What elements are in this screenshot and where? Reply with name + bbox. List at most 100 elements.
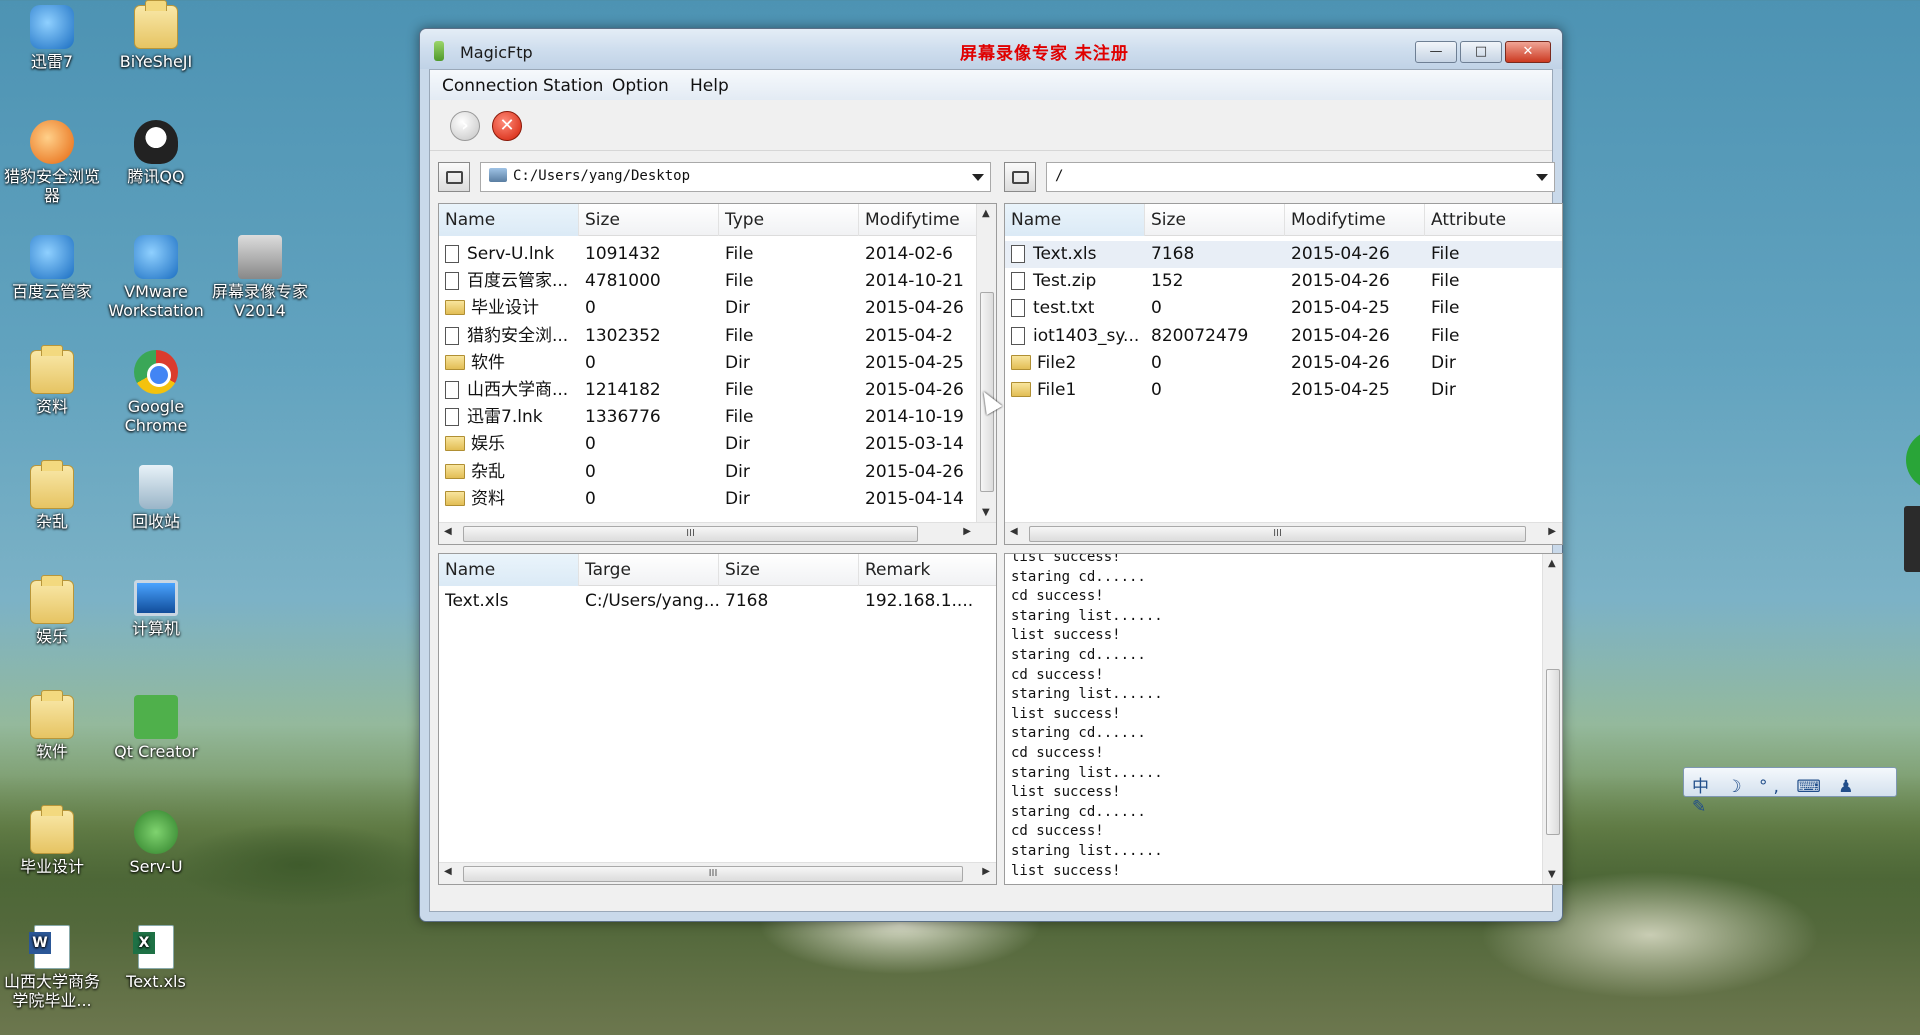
connect-icon[interactable]: ›	[450, 111, 480, 141]
close-button[interactable]: ✕	[1505, 41, 1551, 63]
column-attribute[interactable]: Attribute	[1425, 204, 1562, 236]
scroll-right-icon[interactable]: ▶	[982, 866, 990, 877]
scroll-thumb[interactable]: III	[1029, 526, 1526, 542]
table-row[interactable]: iot1403_sy... 820072479 2015-04-26 File	[1005, 323, 1562, 350]
scroll-left-icon[interactable]: ◀	[444, 866, 452, 877]
scroll-thumb[interactable]	[1546, 669, 1560, 835]
minimize-button[interactable]: —	[1415, 41, 1457, 63]
edge-tab[interactable]	[1904, 506, 1920, 572]
table-row[interactable]: 毕业设计 0 Dir 2015-04-26	[439, 295, 996, 322]
desktop-icon[interactable]: 软件	[0, 690, 104, 762]
cell-size-text: 820072479	[1151, 325, 1249, 346]
scroll-left-icon[interactable]: ◀	[1010, 526, 1018, 537]
desktop-icon[interactable]: 屏幕录像专家V2014	[208, 235, 312, 321]
column-remark[interactable]: Remark	[859, 554, 996, 586]
scroll-left-icon[interactable]: ◀	[444, 526, 452, 537]
cell-type: File	[725, 377, 861, 404]
column-modifytime[interactable]: Modifytime	[859, 204, 977, 236]
table-row[interactable]: Test.zip 152 2015-04-26 File	[1005, 268, 1562, 295]
desktop-icon[interactable]: 山西大学商务学院毕业...	[0, 925, 104, 1011]
queue-header: Name Targe Size Remark	[439, 554, 996, 586]
cell-size: 0	[1151, 350, 1287, 377]
cell-size: 0	[1151, 377, 1287, 404]
table-row[interactable]: Text.xls 7168 2015-04-26 File	[1005, 241, 1562, 268]
queue-horizontal-scrollbar[interactable]: ◀ III ▶	[439, 862, 996, 884]
log-vertical-scrollbar[interactable]: ▲ ▼	[1542, 554, 1562, 884]
desktop-icon[interactable]: 计算机	[104, 580, 208, 639]
qt-icon	[134, 695, 178, 739]
table-row[interactable]: 山西大学商... 1214182 File 2015-04-26	[439, 377, 996, 404]
desktop-icon[interactable]: Google Chrome	[104, 350, 208, 436]
scroll-up-icon[interactable]: ▲	[982, 208, 990, 219]
desktop-icon[interactable]: 资料	[0, 345, 104, 417]
cell-time-text: 2015-04-26	[865, 461, 964, 482]
column-size[interactable]: Size	[579, 204, 719, 236]
table-row[interactable]: File2 0 2015-04-26 Dir	[1005, 350, 1562, 377]
table-row[interactable]: test.txt 0 2015-04-25 File	[1005, 295, 1562, 322]
local-up-folder-button[interactable]	[438, 162, 470, 192]
desktop-icon[interactable]: 迅雷7	[0, 5, 104, 72]
desktop-icon[interactable]: Qt Creator	[104, 695, 208, 762]
scroll-down-icon[interactable]: ▼	[1548, 869, 1556, 880]
local-path-combo[interactable]: C:/Users/yang/Desktop	[480, 162, 991, 192]
cell-name: 猎豹安全浏...	[445, 323, 579, 350]
column-target[interactable]: Targe	[579, 554, 719, 586]
disconnect-icon[interactable]: ✕	[492, 111, 522, 141]
table-row[interactable]: File1 0 2015-04-25 Dir	[1005, 377, 1562, 404]
cell-size-text: 7168	[725, 591, 769, 611]
table-row[interactable]: 杂乱 0 Dir 2015-04-26	[439, 459, 996, 486]
column-modifytime[interactable]: Modifytime	[1285, 204, 1425, 236]
remote-path-combo[interactable]: /	[1046, 162, 1555, 192]
app-icon	[434, 41, 444, 61]
edge-widget[interactable]	[1906, 430, 1920, 490]
title-bar[interactable]: MagicFtp 屏幕录像专家 未注册 — □ ✕	[420, 29, 1562, 69]
ime-toolbar[interactable]: 中 ☽ °, ⌨ ♟ ✎	[1683, 767, 1897, 817]
cell-size-text: 0	[1151, 298, 1162, 319]
table-row[interactable]: 软件 0 Dir 2015-04-25	[439, 350, 996, 377]
desktop-icon[interactable]: Serv-U	[104, 810, 208, 877]
desktop-icon[interactable]: 娱乐	[0, 575, 104, 647]
menu-station[interactable]: Station	[543, 76, 603, 96]
scroll-down-icon[interactable]: ▼	[982, 507, 990, 518]
local-horizontal-scrollbar[interactable]: ◀ III ▶	[439, 522, 996, 544]
desktop-icon[interactable]: 猎豹安全浏览器	[0, 120, 104, 206]
menu-help[interactable]: Help	[690, 76, 729, 96]
table-row[interactable]: 百度云管家... 4781000 File 2014-10-21	[439, 268, 996, 295]
table-row[interactable]: 迅雷7.lnk 1336776 File 2014-10-19	[439, 404, 996, 431]
scroll-thumb[interactable]: III	[463, 866, 963, 882]
desktop-icon[interactable]: 回收站	[104, 465, 208, 532]
desktop-icon[interactable]: Text.xls	[104, 925, 208, 992]
remote-horizontal-scrollbar[interactable]: ◀ III ▶	[1005, 522, 1562, 544]
desktop-icon[interactable]: 毕业设计	[0, 805, 104, 877]
cell-size: 7168	[1151, 241, 1287, 268]
table-row[interactable]: Text.xls C:/Users/yang... 7168 192.168.1...…	[439, 588, 996, 615]
scroll-thumb[interactable]: III	[463, 526, 918, 542]
chevron-down-icon[interactable]	[972, 174, 984, 181]
maximize-button[interactable]: □	[1460, 41, 1502, 63]
chevron-down-icon[interactable]	[1536, 174, 1548, 181]
column-size[interactable]: Size	[1145, 204, 1285, 236]
scroll-up-icon[interactable]: ▲	[1548, 558, 1556, 569]
desktop-icon[interactable]: VMware Workstation	[104, 235, 208, 321]
table-row[interactable]: 资料 0 Dir 2015-04-14	[439, 486, 996, 513]
remote-up-folder-button[interactable]	[1004, 162, 1036, 192]
desktop-icon[interactable]: 百度云管家	[0, 235, 104, 302]
desktop-icon[interactable]: 杂乱	[0, 460, 104, 532]
column-name[interactable]: Name	[439, 554, 579, 586]
cell-time-text: 2014-02-6	[865, 244, 953, 264]
pc-icon	[134, 580, 178, 616]
local-vertical-scrollbar[interactable]: ▲ ▼	[976, 204, 996, 522]
scroll-right-icon[interactable]: ▶	[963, 526, 971, 537]
desktop-icon[interactable]: 腾讯QQ	[104, 120, 208, 187]
desktop-icon[interactable]: BiYeSheJI	[104, 0, 208, 72]
column-type[interactable]: Type	[719, 204, 859, 236]
menu-connection[interactable]: Connection	[442, 76, 538, 96]
menu-option[interactable]: Option	[612, 76, 669, 96]
scroll-right-icon[interactable]: ▶	[1548, 526, 1556, 537]
column-size[interactable]: Size	[719, 554, 859, 586]
column-name[interactable]: Name	[439, 204, 579, 236]
table-row[interactable]: Serv-U.lnk 1091432 File 2014-02-6	[439, 241, 996, 268]
table-row[interactable]: 娱乐 0 Dir 2015-03-14	[439, 431, 996, 458]
table-row[interactable]: 猎豹安全浏... 1302352 File 2015-04-2	[439, 323, 996, 350]
column-name[interactable]: Name	[1005, 204, 1145, 236]
